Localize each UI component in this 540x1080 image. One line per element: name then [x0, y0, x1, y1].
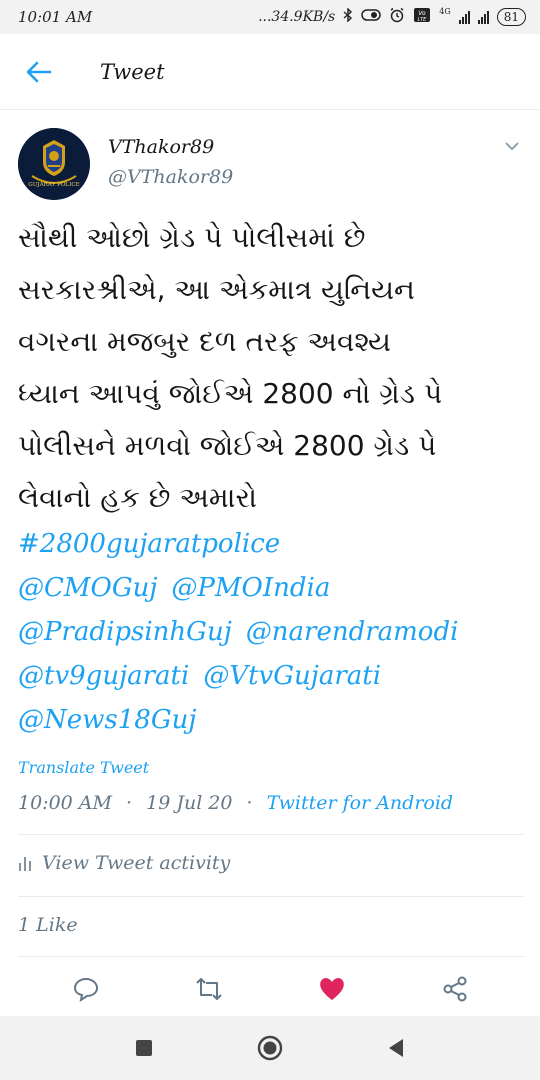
tweet-text-line: સરકારશ્રીએ, આ એકમાત્ર યુનિયન: [18, 273, 415, 306]
tweet-meta: 10:00 AM · 19 Jul 20 · Twitter for Andro…: [18, 792, 453, 814]
tweet-time: 10:00 AM: [18, 792, 112, 814]
like-button[interactable]: [312, 969, 352, 1009]
view-tweet-activity-button[interactable]: View Tweet activity: [18, 852, 230, 874]
volte-icon: Vo LTE: [413, 7, 431, 27]
tweet-source-link[interactable]: Twitter for Android: [267, 792, 453, 814]
square-icon: [136, 1040, 152, 1056]
signal-icon-1: [458, 10, 470, 24]
back-button[interactable]: [20, 53, 58, 91]
gujarat-police-emblem-icon: GUJARAT POLICE: [18, 128, 90, 200]
activity-label: View Tweet activity: [42, 852, 231, 874]
tweet-author: GUJARAT POLICE VThakor89 @VThakor89: [18, 128, 528, 200]
status-time: 10:01 AM: [18, 8, 93, 26]
svg-text:Vo: Vo: [419, 10, 427, 17]
system-nav-bar: [0, 1016, 540, 1080]
mention-link[interactable]: @News18Guj: [18, 705, 196, 735]
mention-link[interactable]: @narendramodi: [246, 617, 459, 647]
network-type: 4G: [439, 6, 451, 16]
bluetooth-icon: [343, 7, 353, 26]
nav-back-button[interactable]: [376, 1028, 416, 1068]
chevron-down-icon: [505, 142, 519, 151]
avatar-text: GUJARAT POLICE: [28, 182, 79, 188]
translate-tweet-link[interactable]: Translate Tweet: [18, 758, 149, 777]
share-icon: [443, 976, 466, 1002]
tweet-actions: [0, 962, 540, 1016]
signal-icon-2: [477, 10, 489, 24]
svg-text:LTE: LTE: [418, 17, 428, 23]
page-title: Tweet: [100, 59, 165, 84]
status-bar: 10:01 AM ...34.9KB/s Vo LTE 4G 81: [0, 0, 540, 34]
mention-link[interactable]: @tv9gujarati: [18, 661, 189, 691]
reply-icon: [73, 977, 98, 1003]
avatar[interactable]: GUJARAT POLICE: [18, 128, 90, 200]
more-options-button[interactable]: [504, 138, 520, 154]
triangle-back-icon: [389, 1039, 403, 1057]
tweet-text-line: ધ્યાન આપવું જોઈએ 2800 નો ગ્રેડ પે: [18, 377, 443, 410]
retweet-button[interactable]: [189, 969, 229, 1009]
display-name[interactable]: VThakor89: [108, 136, 233, 158]
tweet-links: #2800gujaratpolice @CMOGuj @PMOIndia @Pra…: [18, 522, 528, 742]
retweet-icon: [195, 978, 222, 1000]
hashtag-link[interactable]: #2800gujaratpolice: [18, 529, 280, 559]
share-button[interactable]: [435, 969, 475, 1009]
battery-icon: 81: [496, 8, 526, 26]
reply-button[interactable]: [66, 969, 106, 1009]
author-names: VThakor89 @VThakor89: [108, 128, 233, 200]
home-circle-icon: [257, 1035, 283, 1061]
network-speed: ...34.9KB/s: [258, 9, 336, 25]
heart-icon: [319, 978, 344, 1000]
tweet-text-line: પોલીસને મળવો જોઈએ 2800 ગ્રેડ પે: [18, 429, 437, 462]
mention-link[interactable]: @PradipsinhGuj: [18, 617, 232, 647]
tweet-date: 19 Jul 20: [146, 792, 233, 814]
meta-separator: ·: [246, 792, 253, 814]
mention-link[interactable]: @CMOGuj: [18, 573, 157, 603]
tweet-text: સૌથી ઓછો ગ્રેડ પે પોલીસમાં છે સરકારશ્રીએ…: [18, 212, 528, 524]
user-handle[interactable]: @VThakor89: [108, 166, 233, 188]
home-button[interactable]: [250, 1028, 290, 1068]
divider: [18, 956, 524, 957]
toggle-icon: [361, 9, 381, 25]
tweet-text-line: સૌથી ઓછો ગ્રેડ પે પોલીસમાં છે: [18, 221, 366, 254]
bar-chart-icon: [19, 857, 31, 871]
status-indicators: ...34.9KB/s Vo LTE 4G 81: [258, 7, 526, 27]
tweet-header: Tweet: [0, 34, 540, 110]
mention-link[interactable]: @VtvGujarati: [203, 661, 381, 691]
divider: [18, 896, 524, 897]
recents-button[interactable]: [124, 1028, 164, 1068]
mention-link[interactable]: @PMOIndia: [171, 573, 330, 603]
arrow-left-icon: [26, 61, 52, 82]
alarm-icon: [389, 7, 405, 27]
divider: [18, 834, 524, 835]
tweet-text-line: લેવાનો હક છે અમારો: [18, 481, 257, 514]
likes-count[interactable]: 1 Like: [18, 914, 78, 936]
meta-separator: ·: [126, 792, 133, 814]
tweet-text-line: વગરના મજબુર દળ તરફ અવશ્ય: [18, 325, 391, 358]
